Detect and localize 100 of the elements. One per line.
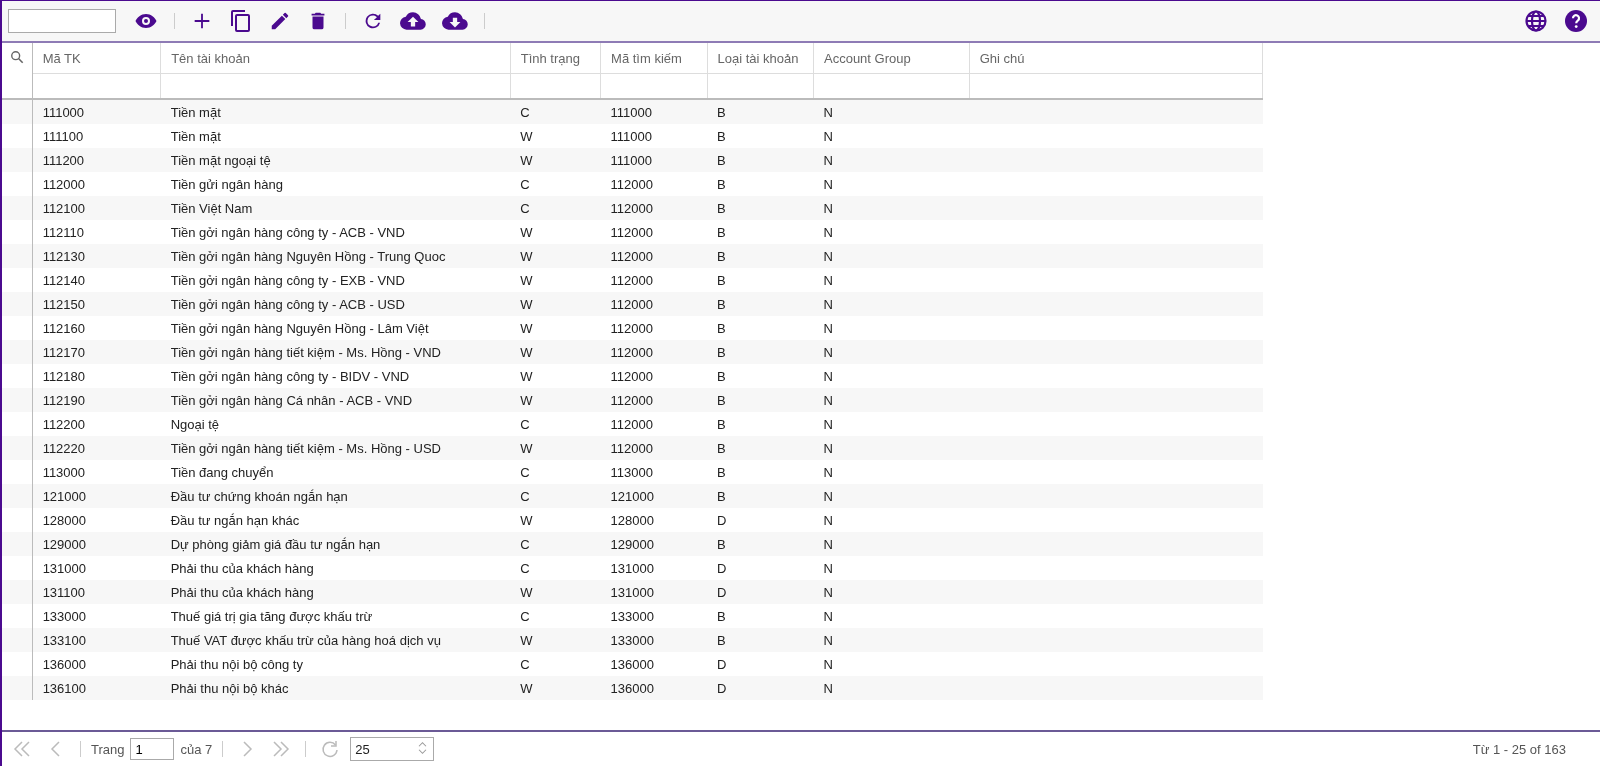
table-cell: W	[510, 676, 601, 700]
table-cell: N	[813, 652, 970, 676]
table-cell: N	[813, 268, 970, 292]
table-cell: B	[707, 316, 814, 340]
table-cell: B	[707, 99, 814, 124]
table-cell: Phải thu của khách hàng	[160, 556, 511, 580]
table-cell: C	[510, 460, 601, 484]
table-cell: 112000	[600, 388, 708, 412]
page-count-label: của 7	[180, 741, 213, 757]
table-cell: B	[707, 172, 814, 196]
table-cell: 112130	[32, 244, 161, 268]
table-cell: D	[707, 580, 814, 604]
table-cell: Phải thu nội bộ khác	[160, 676, 511, 700]
table-cell: 112000	[600, 292, 708, 316]
column-header[interactable]: Loại tài khoản	[707, 43, 814, 74]
table-cell: N	[813, 436, 970, 460]
table-cell: W	[510, 220, 601, 244]
table-cell: 112000	[600, 412, 708, 436]
table-cell: 111000	[32, 99, 161, 124]
table-cell: 136000	[600, 676, 708, 700]
table-cell: Tiền mặt ngoại tệ	[160, 148, 511, 172]
table-cell: N	[813, 604, 970, 628]
page-size-select[interactable]: 25	[350, 737, 435, 761]
table-cell: B	[707, 628, 814, 652]
table-cell: B	[707, 292, 814, 316]
table-cell: 111000	[600, 124, 708, 148]
table-cell: 131000	[32, 556, 161, 580]
table-cell: Tiền Việt Nam	[160, 196, 511, 220]
table-cell: B	[707, 220, 814, 244]
table-cell: 113000	[600, 460, 708, 484]
table-cell: B	[707, 436, 814, 460]
table-cell: W	[510, 292, 601, 316]
table-cell: N	[813, 292, 970, 316]
table-cell: 136000	[600, 652, 708, 676]
table-cell: D	[707, 556, 814, 580]
table-cell: W	[510, 508, 601, 532]
table-cell: 133000	[32, 604, 161, 628]
table-cell: N	[813, 99, 970, 124]
table-cell: N	[813, 316, 970, 340]
table-cell: Đầu tư chứng khoán ngắn hạn	[160, 484, 511, 508]
table-cell: B	[707, 268, 814, 292]
table-cell: N	[813, 676, 970, 700]
column-header[interactable]: Mã TK	[32, 43, 161, 74]
table-cell: 131100	[32, 580, 161, 604]
table-cell: W	[510, 364, 601, 388]
spinner-icon	[418, 740, 428, 755]
table-cell: Tiền gửi ngân hàng	[160, 172, 511, 196]
table-cell: W	[510, 580, 601, 604]
table-cell: W	[510, 124, 601, 148]
table-cell: 111000	[600, 148, 708, 172]
table-cell: W	[510, 340, 601, 364]
table-cell: 112000	[600, 436, 708, 460]
table-cell: 112190	[32, 388, 161, 412]
table-cell: B	[707, 532, 814, 556]
table-cell: D	[707, 652, 814, 676]
table-cell: N	[813, 148, 970, 172]
table-cell: 112180	[32, 364, 161, 388]
table-cell: C	[510, 652, 601, 676]
column-header[interactable]: Account Group	[813, 43, 970, 74]
column-header[interactable]: Tên tài khoản	[160, 43, 511, 74]
table-cell: Phải thu của khách hàng	[160, 580, 511, 604]
table-cell: 112000	[600, 172, 708, 196]
table-cell: 121000	[32, 484, 161, 508]
table-cell: N	[813, 124, 970, 148]
table-cell: Tiền gởi ngân hàng Cá nhân - ACB - VND	[160, 388, 511, 412]
table-cell: 133000	[600, 604, 708, 628]
table-cell: N	[813, 484, 970, 508]
table-cell: 112170	[32, 340, 161, 364]
table-cell: 112000	[600, 244, 708, 268]
search-field[interactable]	[8, 9, 116, 33]
table-cell: N	[813, 556, 970, 580]
table-cell: C	[510, 484, 601, 508]
table-cell: 112150	[32, 292, 161, 316]
table-cell: 112000	[600, 364, 708, 388]
table-cell: Tiền gởi ngân hàng công ty - ACB - USD	[160, 292, 511, 316]
column-header[interactable]: Mã tìm kiếm	[600, 43, 708, 74]
table-cell: 128000	[600, 508, 708, 532]
table-cell: 112200	[32, 412, 161, 436]
table-cell: 128000	[32, 508, 161, 532]
table-cell: Tiền gởi ngân hàng công ty - EXB - VND	[160, 268, 511, 292]
table-cell: 112000	[32, 172, 161, 196]
table-cell: 112000	[600, 268, 708, 292]
table-cell: Thuế VAT được khấu trừ của hàng hoá dịch vụ	[160, 628, 511, 652]
table-cell: W	[510, 268, 601, 292]
table-cell: Thuế giá trị gia tăng được khấu trừ	[160, 604, 511, 628]
table-cell: W	[510, 148, 601, 172]
table-cell: 131000	[600, 556, 708, 580]
table-cell: Tiền gởi ngân hàng Nguyên Hồng - Trung Quoc	[160, 244, 511, 268]
table-cell: B	[707, 196, 814, 220]
table-cell: 136100	[32, 676, 161, 700]
search-icon[interactable]	[9, 49, 24, 64]
table-cell: C	[510, 172, 601, 196]
table-cell: W	[510, 244, 601, 268]
table-cell: 112000	[600, 196, 708, 220]
column-header[interactable]: Tình trạng	[510, 43, 601, 74]
page-number-field[interactable]: 1	[130, 738, 175, 760]
table-cell: 112100	[32, 196, 161, 220]
table-cell: B	[707, 604, 814, 628]
column-header[interactable]: Ghi chú	[969, 43, 1263, 74]
table-cell: 112220	[32, 436, 161, 460]
